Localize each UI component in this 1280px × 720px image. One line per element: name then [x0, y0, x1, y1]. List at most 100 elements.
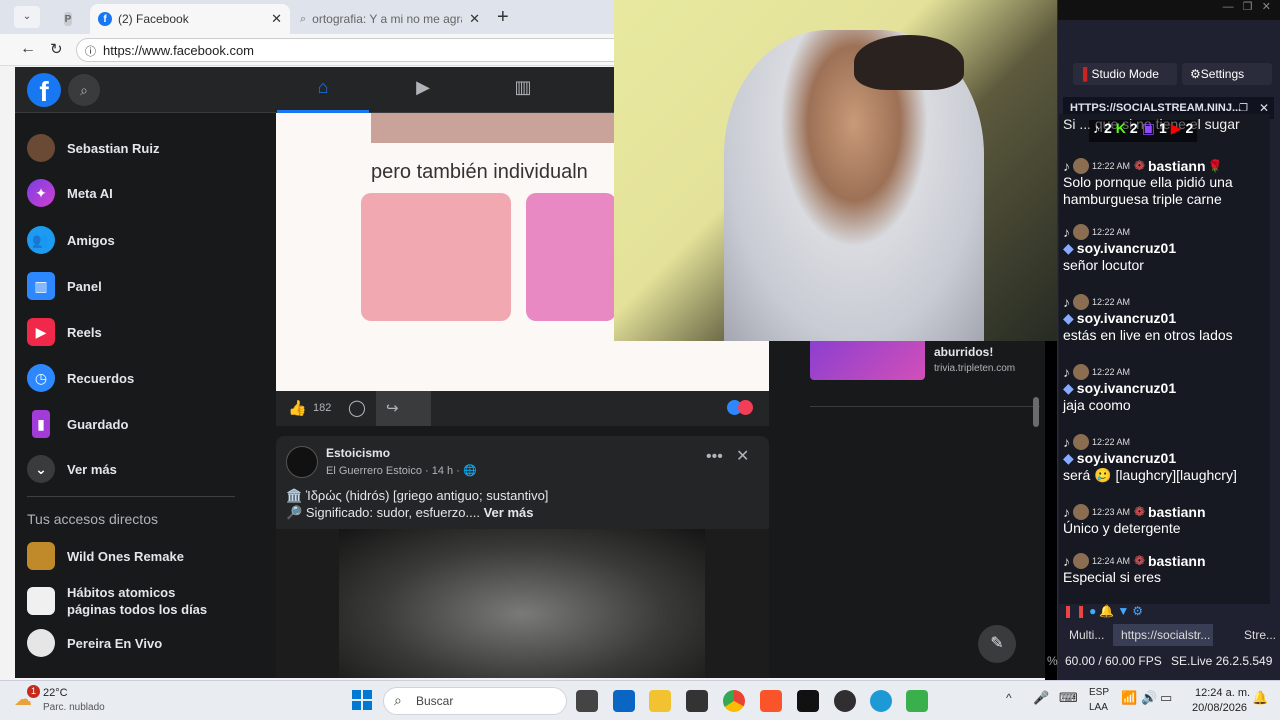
popout-icon[interactable]: ❐ — [1239, 103, 1248, 114]
sidebar-item-label: Reels — [67, 324, 102, 340]
chat-username: bastiann — [1147, 504, 1206, 520]
sidebar-item-memories[interactable]: ◷ Recuerdos — [27, 358, 134, 398]
sidebar-item-reels[interactable]: ▶ Reels — [27, 312, 102, 352]
back-icon[interactable]: ← — [20, 40, 36, 58]
diamond-icon: ◆ — [1063, 240, 1074, 256]
sidebar-item-meta-ai[interactable]: ✦ Meta AI — [27, 173, 113, 213]
filter-icon[interactable]: ▼ — [1117, 604, 1132, 618]
dashboard-icon[interactable]: ▥ — [510, 77, 536, 103]
love-reaction-icon — [738, 400, 753, 415]
sponsored-ad[interactable]: aburridos! trivia.tripleten.com — [810, 337, 1040, 407]
reactions-summary-icon[interactable] — [727, 400, 757, 416]
like-icon[interactable]: 👍 — [288, 399, 307, 417]
close-tab-icon[interactable]: ✕ — [469, 11, 480, 27]
chat-username: bastiann — [1147, 158, 1206, 174]
obs-icon[interactable] — [834, 690, 856, 712]
ad-title: aburridos! — [934, 345, 994, 359]
sidebar-item-panel[interactable]: ▥ Panel — [27, 266, 102, 306]
search-icon[interactable]: ⌕ — [68, 74, 100, 106]
edge-icon[interactable] — [870, 690, 892, 712]
avatar — [1073, 504, 1089, 520]
site-info-icon[interactable]: ⓘ — [85, 43, 96, 59]
settings-button[interactable]: ⚙Settings — [1182, 63, 1272, 85]
file-explorer-icon[interactable] — [649, 690, 671, 712]
share-icon[interactable]: ↪ — [376, 391, 431, 426]
chat-message: ♪ 12:22 AM ◆ soy.ivancruz01 jaja coomo — [1063, 364, 1268, 413]
notifications-icon[interactable]: 🔔 — [1252, 690, 1268, 706]
dock-tab-multi[interactable]: Multi... — [1069, 628, 1104, 642]
battery-icon[interactable]: ▭ — [1160, 690, 1172, 706]
comment-icon[interactable]: ◯ — [348, 398, 366, 418]
shortcut-wild-ones[interactable]: Wild Ones Remake — [27, 536, 184, 576]
sidebar-item-profile[interactable]: Sebastian Ruiz — [27, 128, 159, 168]
brave-icon[interactable] — [760, 690, 782, 712]
language-layout[interactable]: LAA — [1089, 702, 1108, 713]
wifi-icon[interactable]: 📶 — [1121, 690, 1137, 706]
see-more-link[interactable]: Ver más — [484, 505, 534, 520]
dock-title: HTTPS://SOCIALSTREAM.NINJ... — [1070, 102, 1242, 114]
tiktok-icon[interactable] — [797, 690, 819, 712]
reload-icon[interactable]: ↻ — [50, 40, 63, 58]
more-options-icon[interactable]: ••• — [706, 448, 723, 466]
game-icon[interactable] — [906, 690, 928, 712]
app-icon[interactable] — [686, 690, 708, 712]
task-view-icon[interactable] — [576, 690, 598, 712]
dock-tab-stream[interactable]: Stre... — [1244, 628, 1276, 642]
sidebar-item-friends[interactable]: 👥 Amigos — [27, 220, 115, 260]
clock-time[interactable]: 12:24 a. m. — [1195, 687, 1250, 699]
compose-button[interactable]: ✎ — [978, 625, 1016, 663]
tray-chevron-icon[interactable]: ^ — [1006, 691, 1012, 705]
tab-pinned[interactable]: P — [56, 4, 86, 34]
url-field[interactable]: ⓘ https://www.facebook.com — [76, 38, 636, 62]
weather-desc: Parc. nublado — [43, 702, 105, 713]
taskbar-search[interactable]: ⌕ Buscar — [383, 687, 567, 715]
chat-message: ♪ 12:22 AM ❁ bastiann 🌹 Solo pornque ella pid… — [1063, 158, 1268, 208]
close-tab-icon[interactable]: ✕ — [271, 11, 282, 27]
language-code[interactable]: ESP — [1089, 687, 1109, 698]
chat-icon[interactable]: ● — [1089, 604, 1099, 618]
message-time: 12:22 AM — [1092, 227, 1131, 237]
store-icon[interactable] — [613, 690, 635, 712]
tab-list-button[interactable]: ⌄ — [14, 6, 40, 28]
chat-text: Especial si eres — [1063, 569, 1162, 585]
message-meta: ♪ 12:22 AM — [1063, 294, 1268, 310]
shortcut-thumbnail — [27, 629, 55, 657]
settings-icon[interactable]: ⚙ — [1132, 604, 1146, 618]
dock-tab-socialstream[interactable]: https://socialstr... — [1113, 624, 1213, 646]
url-text: https://www.facebook.com — [103, 43, 255, 58]
facebook-logo-icon[interactable]: f — [27, 73, 61, 107]
tab-search-label: ortografia: Y a mi no me agradaria — [312, 12, 462, 26]
scrollbar[interactable] — [1033, 397, 1039, 427]
message-time: 12:22 AM — [1092, 297, 1131, 307]
avatar — [1073, 294, 1089, 310]
studio-mode-indicator-icon: ▌ — [1083, 67, 1092, 81]
tab-search[interactable]: ⌕ ortografia: Y a mi no me agradaria ✕ — [292, 4, 488, 34]
post-page-name[interactable]: Estoicismo — [326, 446, 390, 460]
clock-date[interactable]: 20/08/2026 — [1192, 702, 1247, 714]
studio-mode-button[interactable]: ▌Studio Mode — [1073, 63, 1177, 85]
post-helmet-image[interactable] — [276, 529, 769, 678]
sidebar-item-see-more[interactable]: ⌄ Ver más — [27, 449, 117, 489]
close-dock-icon[interactable]: ✕ — [1259, 101, 1269, 115]
start-icon[interactable] — [352, 690, 372, 710]
chrome-icon[interactable] — [723, 690, 745, 712]
microphone-icon[interactable]: 🎤 — [1033, 690, 1049, 706]
home-icon[interactable]: ⌂ — [310, 77, 336, 103]
tab-facebook[interactable]: f (2) Facebook ✕ — [90, 4, 290, 34]
keyboard-icon[interactable]: ⌨ — [1059, 690, 1078, 706]
shortcut-habitos[interactable]: Hábitos atomicos páginas todos los días — [27, 576, 227, 626]
post-author[interactable]: El Guerrero Estoico — [326, 465, 422, 477]
pause-icon[interactable]: ❚❚ — [1063, 604, 1089, 618]
video-icon[interactable]: ▶ — [410, 77, 436, 103]
bell-icon[interactable]: 🔔 — [1099, 604, 1117, 618]
page-avatar[interactable] — [286, 446, 318, 478]
chat-text: estás en live en otros lados — [1063, 327, 1233, 343]
shortcut-pereira[interactable]: Pereira En Vivo — [27, 623, 162, 663]
tiktok-icon: ♪ — [1063, 434, 1070, 450]
sidebar-item-saved[interactable]: ▮ Guardado — [27, 404, 128, 444]
new-tab-icon[interactable]: + — [497, 6, 509, 29]
close-post-icon[interactable]: ✕ — [736, 446, 749, 466]
post-time[interactable]: 14 h — [432, 465, 453, 477]
volume-icon[interactable]: 🔊 — [1141, 690, 1157, 706]
diamond-icon: ◆ — [1063, 450, 1074, 466]
